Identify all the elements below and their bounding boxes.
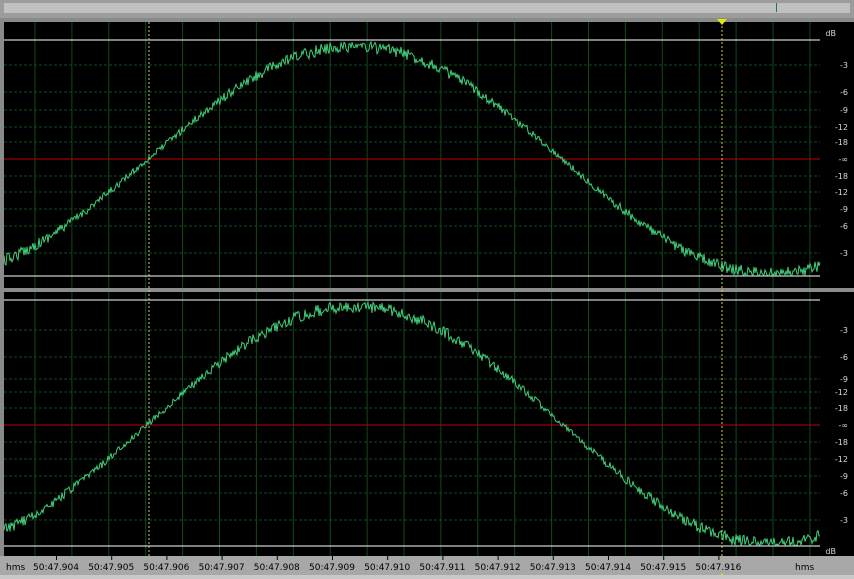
db-label: -6 [840,222,848,231]
db-label: -3 [840,326,848,335]
db-label: -12 [835,455,848,464]
db-label: -3 [840,249,848,258]
overview-bar[interactable] [0,0,854,18]
time-tick-label: 50:47.911 [419,563,465,573]
time-unit-left: hms [6,563,25,573]
channel-1-area[interactable] [4,22,820,288]
db-label: -6 [840,353,848,362]
db-label: -∞ [838,155,848,164]
time-tick-label: 50:47.913 [530,563,576,573]
db-label: -6 [840,88,848,97]
db-label: -18 [835,438,848,447]
db-label: -∞ [838,421,848,430]
channel-2-area[interactable] [4,292,820,556]
db-label: -9 [840,106,848,115]
time-tick-label: 50:47.905 [88,563,134,573]
db-label: -12 [835,388,848,397]
overview-track[interactable] [4,3,850,13]
db-unit-top: dB [825,29,836,38]
time-unit-right: hms [795,563,814,573]
db-label: -12 [835,188,848,197]
db-label: -9 [840,205,848,214]
overview-position-marker[interactable] [776,3,777,12]
time-tick-label: 50:47.908 [254,563,300,573]
db-label: -18 [835,138,848,147]
time-tick-label: 50:47.912 [475,563,521,573]
time-tick-label: 50:47.907 [199,563,245,573]
db-label: -9 [840,472,848,481]
time-tick-label: 50:47.914 [585,563,631,573]
db-label: -18 [835,404,848,413]
db-label: -6 [840,489,848,498]
channel-divider[interactable] [0,288,854,292]
time-tick-label: 50:47.904 [33,563,79,573]
db-label: -9 [840,375,848,384]
db-label: -3 [840,516,848,525]
time-tick-label: 50:47.910 [364,563,410,573]
db-unit-bottom: dB [825,547,836,556]
time-tick-label: 50:47.906 [143,563,189,573]
bottom-edge [0,575,854,579]
time-tick-label: 50:47.909 [309,563,355,573]
waveform-display[interactable]: -3 -6 -9 -12 -18 -∞ -18 -12 -9 -6 -3 -3 -6 -9 -12 -18 -∞… [0,18,854,579]
time-tick-label: 50:47.915 [640,563,686,573]
db-label: -3 [840,61,848,70]
db-label: -12 [835,123,848,132]
time-tick-label: 50:47.916 [695,563,741,573]
db-label: -18 [835,172,848,181]
